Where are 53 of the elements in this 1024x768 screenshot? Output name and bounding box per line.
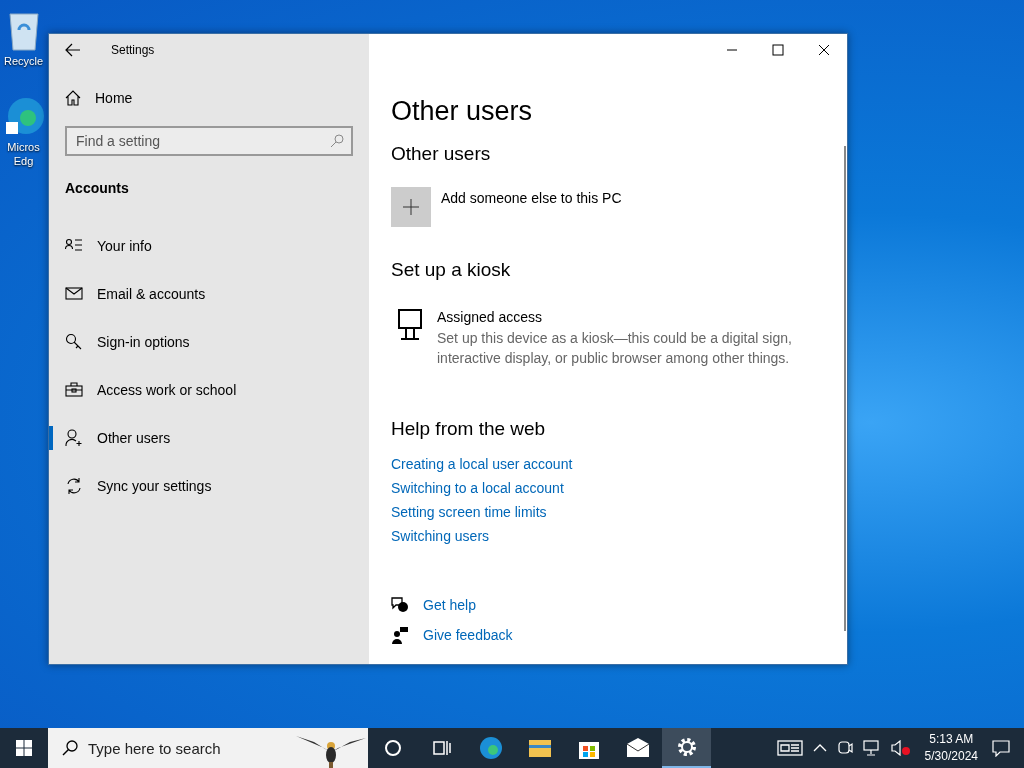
kiosk-description: Set up this device as a kiosk—this could be a digital sign, interactive display, or public browser among other things.	[437, 329, 793, 368]
close-icon[interactable]	[818, 44, 830, 56]
windows-logo-icon	[16, 740, 32, 756]
desktop-icon-label: Edg	[13, 154, 34, 168]
search-icon	[330, 134, 344, 148]
footer-link[interactable]: Get help	[423, 597, 476, 613]
muted-speaker-icon[interactable]	[890, 740, 911, 756]
home-icon	[65, 90, 81, 106]
taskbar-search-bar[interactable]: Type here to search	[48, 728, 368, 768]
add-user-label[interactable]: Add someone else to this PC	[441, 190, 622, 206]
notification-icon[interactable]	[992, 739, 1010, 757]
taskbar-app[interactable]	[662, 728, 711, 768]
browser-icon	[478, 736, 503, 760]
network-icon[interactable]	[862, 740, 881, 756]
desktop-icon-label: Micros	[7, 140, 40, 154]
help-link[interactable]: Creating a local user account	[391, 456, 573, 472]
page-title: Other users	[391, 96, 534, 127]
clock[interactable]: 5:13 AM 5/30/2024	[924, 731, 978, 765]
help-link[interactable]: Switching to a local account	[391, 480, 564, 496]
desktop-icon-label: Recycle	[3, 54, 44, 68]
nav-item[interactable]: Other users	[49, 414, 369, 462]
assigned-access-link[interactable]: Assigned access	[437, 309, 802, 325]
section-heading: Other users	[391, 143, 492, 165]
footer-link[interactable]: Give feedback	[423, 627, 513, 643]
envelope-icon	[625, 736, 650, 760]
help-chat-icon	[391, 596, 409, 614]
search-icon	[62, 740, 78, 756]
sync-icon	[65, 477, 83, 495]
section-heading: Help from the web	[391, 418, 547, 440]
add-person-icon	[65, 429, 83, 447]
maximize-icon[interactable]	[772, 44, 784, 56]
help-link[interactable]: Switching users	[391, 528, 490, 544]
section-heading: Set up a kiosk	[391, 259, 512, 281]
scrollbar[interactable]	[844, 146, 846, 631]
help-link[interactable]: Setting screen time limits	[391, 504, 547, 520]
nav-item[interactable]: Email & accounts	[49, 270, 369, 318]
back-arrow-icon[interactable]	[65, 43, 81, 57]
section-heading: Accounts	[64, 179, 130, 196]
kiosk-icon[interactable]	[397, 309, 423, 341]
plus-icon	[403, 199, 419, 215]
home-item[interactable]: Home	[49, 74, 369, 122]
key-icon	[65, 333, 83, 351]
briefcase-icon	[65, 381, 83, 399]
nav-item[interactable]: Sync your settings	[49, 462, 369, 510]
taskbar-search-field[interactable]: Type here to search	[88, 736, 284, 760]
nav-item[interactable]: Sign-in options	[49, 318, 369, 366]
nav-item[interactable]: Your info	[49, 222, 369, 270]
search-field[interactable]: Find a setting	[65, 126, 353, 156]
webcam-icon[interactable]	[836, 740, 853, 756]
window-title: Settings	[111, 43, 155, 57]
news-icon[interactable]	[776, 739, 803, 757]
nav-item[interactable]: Access work or school	[49, 366, 369, 414]
envelope-icon	[65, 285, 83, 303]
